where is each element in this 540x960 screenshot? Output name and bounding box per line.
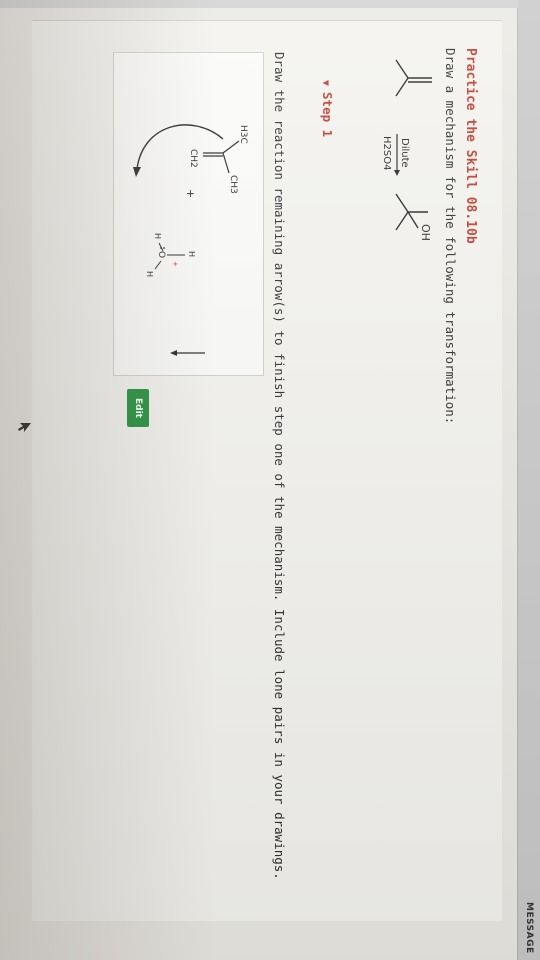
step-label: Step 1	[320, 92, 335, 138]
step-instruction: Draw the reaction remaining arrow(s) to …	[272, 52, 287, 880]
collapse-triangle-icon[interactable]: ▼	[320, 80, 331, 86]
problem-title: Practice the Skill 08.10b	[463, 48, 478, 244]
label-ch3: CH3	[228, 175, 238, 194]
alkene-bonds	[203, 140, 240, 174]
curved-arrow	[136, 124, 224, 170]
label-h-top: H	[187, 251, 196, 257]
curved-arrow-head	[133, 167, 141, 177]
reagent-top: Dilute	[399, 138, 410, 168]
label-h-right: H	[145, 271, 154, 277]
product-hydroxyl: OH	[419, 224, 432, 241]
step-header[interactable]: ▼ Step 1	[320, 80, 335, 137]
mechanism-drawing: H3C CH3 CH2 + H H O + H	[133, 124, 248, 356]
screen: MESSAGE Practice the Skill 08.10b Draw a…	[0, 0, 540, 960]
message-button[interactable]: MESSAGE	[524, 902, 534, 954]
alkene-structure	[395, 59, 432, 97]
step-arrow-head	[170, 350, 177, 356]
edit-button[interactable]: Edit	[127, 389, 149, 427]
label-charge: +	[171, 261, 179, 267]
label-h-left: H	[153, 233, 162, 239]
drawing-canvas[interactable]: H3C CH3 CH2 + H H O + H	[113, 52, 264, 376]
mouse-cursor-icon	[18, 423, 31, 432]
label-oxygen: O	[156, 251, 166, 258]
problem-prompt: Draw a mechanism for the following trans…	[443, 48, 458, 425]
left-edge	[0, 0, 518, 8]
top-bar: MESSAGE	[517, 0, 540, 960]
plus-sign: +	[184, 189, 197, 198]
reaction-arrow-head	[394, 170, 400, 176]
label-ch2: CH2	[188, 149, 198, 168]
label-h3c: H3C	[238, 125, 248, 144]
reaction-scheme: Dilute H2SO4 OH	[381, 59, 432, 241]
reagent-bottom: H2SO4	[381, 136, 392, 170]
